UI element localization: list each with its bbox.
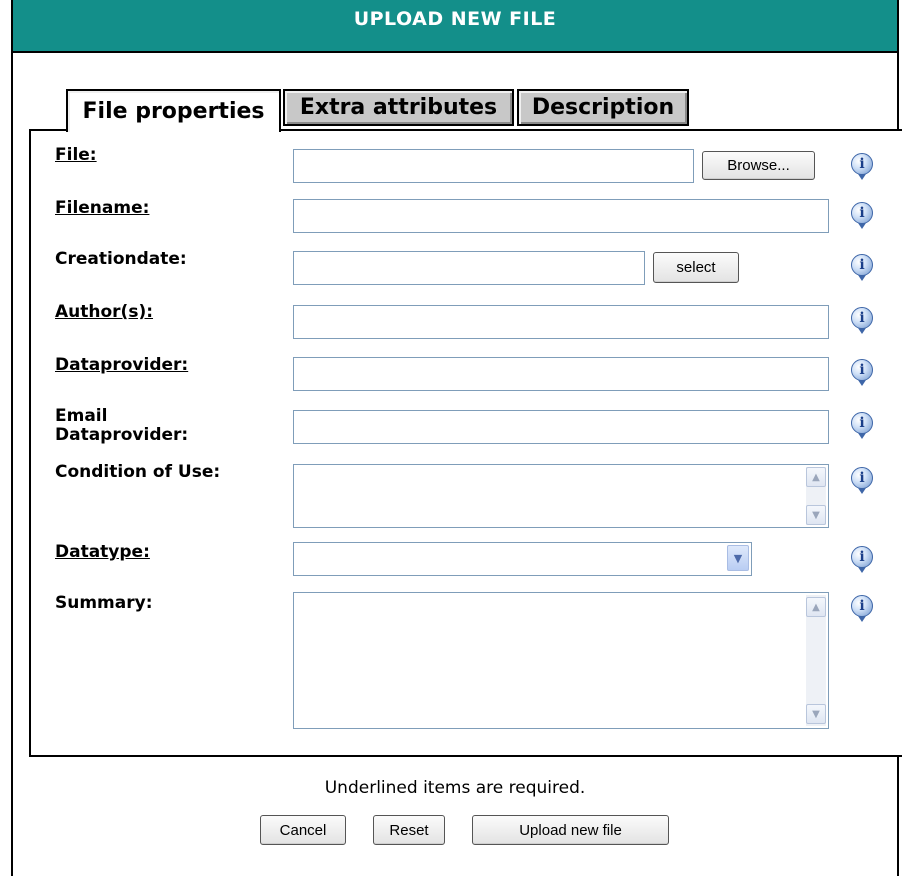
file-info-icon[interactable]: i: [851, 153, 873, 180]
authors-input[interactable]: [293, 305, 829, 339]
upload-dialog: UPLOAD NEW FILE File properties Extra at…: [11, 0, 902, 876]
file-input[interactable]: [293, 149, 694, 183]
email-dataprovider-label: Email Dataprovider:: [55, 407, 188, 445]
dataprovider-info-icon[interactable]: i: [851, 359, 873, 386]
required-note: Underlined items are required.: [324, 778, 586, 798]
dataprovider-label: Dataprovider:: [55, 355, 189, 375]
email-label-line1: Email: [55, 406, 108, 426]
reset-button[interactable]: Reset: [373, 815, 445, 845]
browse-button[interactable]: Browse...: [702, 151, 815, 180]
summary-label: Summary:: [55, 593, 153, 613]
dialog-title: UPLOAD NEW FILE: [353, 7, 557, 30]
datatype-info-icon[interactable]: i: [851, 546, 873, 573]
email-label-line2: Dataprovider:: [55, 425, 189, 445]
upload-new-file-button[interactable]: Upload new file: [472, 815, 669, 845]
authors-label: Author(s):: [55, 302, 154, 322]
datatype-label: Datatype:: [55, 542, 150, 562]
file-properties-panel: File: Browse... i Filename: i Creationda…: [29, 129, 902, 757]
creationdate-label: Creationdate:: [55, 249, 187, 269]
filename-label: Filename:: [55, 198, 150, 218]
summary-textarea[interactable]: ▲ ▼: [293, 592, 829, 729]
summary-scroll-down[interactable]: ▼: [806, 704, 826, 724]
authors-info-icon[interactable]: i: [851, 307, 873, 334]
creationdate-input[interactable]: [293, 251, 645, 285]
creationdate-info-icon[interactable]: i: [851, 254, 873, 281]
condition-scroll-up[interactable]: ▲: [806, 467, 826, 487]
datatype-select[interactable]: ▼: [293, 542, 752, 576]
email-info-icon[interactable]: i: [851, 412, 873, 439]
date-select-button[interactable]: select: [653, 252, 739, 283]
cancel-button[interactable]: Cancel: [260, 815, 346, 845]
filename-info-icon[interactable]: i: [851, 202, 873, 229]
filename-input[interactable]: [293, 199, 829, 233]
condition-scroll-down[interactable]: ▼: [806, 505, 826, 525]
condition-of-use-label: Condition of Use:: [55, 462, 221, 482]
tab-file-properties[interactable]: File properties: [66, 89, 281, 132]
email-dataprovider-input[interactable]: [293, 410, 829, 444]
summary-scroll-up[interactable]: ▲: [806, 597, 826, 617]
tab-extra-attributes[interactable]: Extra attributes: [283, 89, 514, 126]
condition-info-icon[interactable]: i: [851, 467, 873, 494]
summary-info-icon[interactable]: i: [851, 595, 873, 622]
dataprovider-input[interactable]: [293, 357, 829, 391]
chevron-down-icon[interactable]: ▼: [727, 545, 749, 571]
condition-of-use-textarea[interactable]: ▲ ▼: [293, 464, 829, 528]
file-label: File:: [55, 145, 97, 165]
title-bar: UPLOAD NEW FILE: [13, 0, 897, 53]
tab-description[interactable]: Description: [517, 89, 689, 126]
